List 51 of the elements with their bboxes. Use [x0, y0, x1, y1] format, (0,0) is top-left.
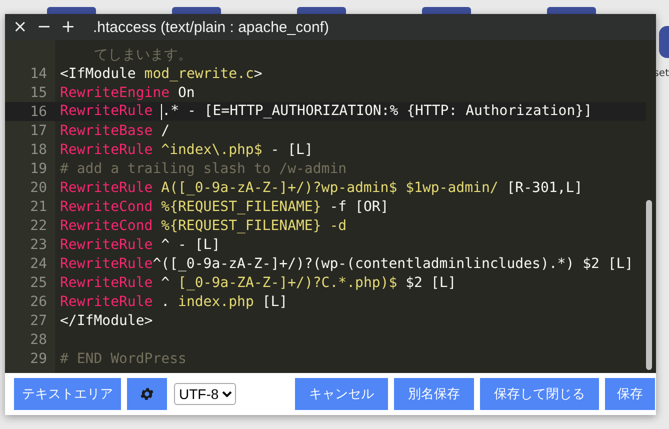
line-number: 14 [29, 66, 47, 82]
folder-icon [547, 7, 596, 14]
footer-button[interactable]: 別名保存 [394, 378, 474, 410]
code-line: てしまいます。 [93, 46, 192, 64]
code-line: RewriteRule A([_0-9a-zA-Z-]+/)?wp-admin$ $1wp-admin/ [R-301,L] [60, 180, 583, 196]
close-button[interactable]: × [13, 18, 27, 36]
footer-button[interactable]: キャンセル [295, 378, 388, 410]
line-number: 27 [29, 312, 47, 328]
code-line: # END WordPress [60, 350, 186, 366]
folder-icon [172, 7, 221, 14]
code-line: </IfModule> [60, 312, 153, 328]
line-number: 15 [29, 84, 47, 100]
line-number: 23 [29, 236, 47, 252]
line-number: 18 [29, 142, 47, 158]
code-line: RewriteRule .* - [E=HTTP_AUTHORIZATION:% {HTTP: Authorization}] [60, 103, 592, 120]
line-number: 22 [29, 218, 47, 234]
line-number: 25 [29, 274, 47, 290]
line-number: 21 [29, 198, 47, 214]
code-line: RewriteEngine On [60, 84, 195, 100]
code-line: RewriteCond %{REQUEST_FILENAME} -d [60, 218, 347, 234]
line-number: 19 [29, 160, 47, 176]
code-editor[interactable] [5, 40, 656, 373]
line-number: 29 [29, 350, 47, 366]
folder-icon [47, 7, 96, 14]
code-line: RewriteCond %{REQUEST_FILENAME} -f [OR] [60, 198, 389, 214]
line-number: 17 [29, 122, 47, 138]
folder-icon [297, 7, 346, 14]
line-number: 24 [29, 256, 47, 272]
encoding-select[interactable]: UTF-8 [174, 383, 236, 405]
code-line: RewriteRule . index.php [L] [60, 294, 288, 310]
line-number: 28 [29, 332, 47, 348]
folder-icon [422, 7, 471, 14]
code-line: RewriteRule ^ [_0-9a-ZA-Z-]+/)?C.*.php)$ $2 [L] [60, 274, 456, 290]
scrollbar[interactable] [646, 200, 652, 370]
code-line: RewriteRule ^ - [L] [60, 236, 220, 252]
code-line: RewriteRule ^index\.php$ - [L] [60, 142, 313, 158]
settings-button[interactable] [127, 378, 167, 410]
settings-icon [139, 386, 155, 402]
footer-button[interactable]: 保存 [605, 378, 655, 410]
line-number: 16 [29, 104, 47, 120]
line-number: 26 [29, 294, 47, 310]
minimize-button[interactable]: − [37, 18, 51, 36]
code-line: RewriteRule^([_0-9a-zA-Z-]+/)?(wp-(contentladminlincludes).*) $2 [L] [60, 256, 634, 272]
window-title: .htaccess (text/plain : apache_conf) [93, 18, 329, 36]
code-line: <IfModule mod_rewrite.c> [60, 66, 262, 82]
footer-button[interactable]: 保存して閉じる [480, 378, 599, 410]
textarea-button[interactable]: テキストエリア [14, 378, 121, 410]
code-line: # add a trailing slash to /w-admin [60, 160, 347, 176]
maximize-button[interactable]: + [61, 18, 75, 36]
code-line: RewriteBase / [60, 122, 170, 138]
line-number: 20 [29, 180, 47, 196]
